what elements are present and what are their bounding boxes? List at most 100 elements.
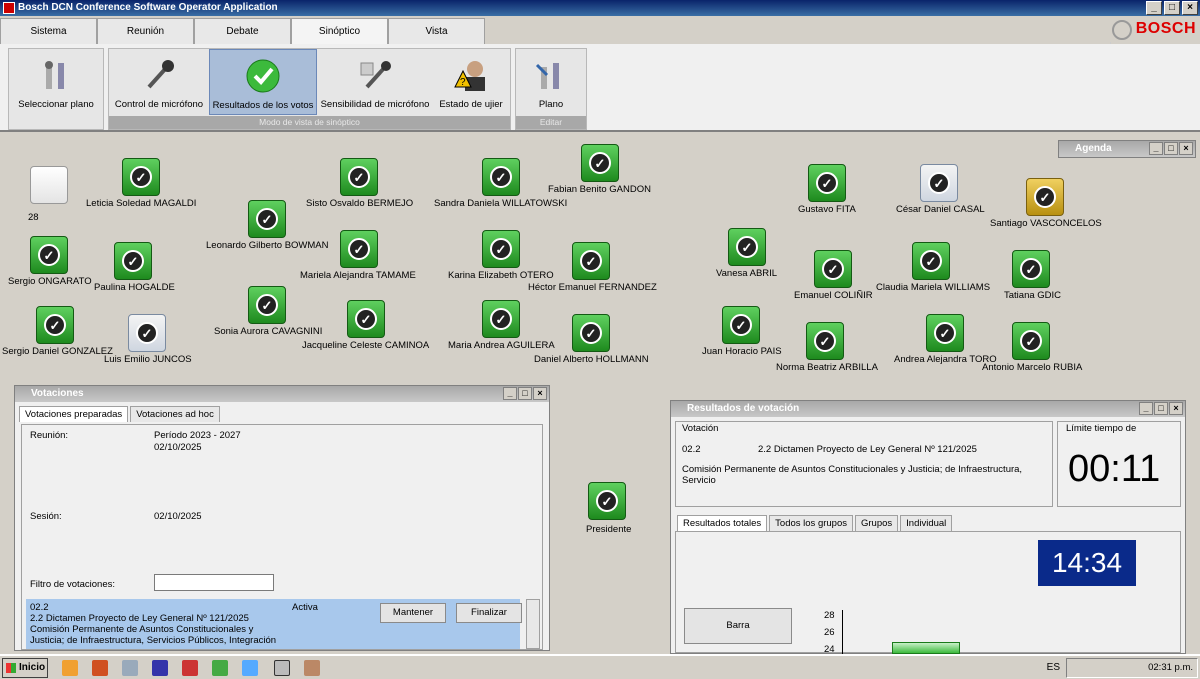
dcn-task-icon[interactable]	[274, 660, 290, 676]
close-button[interactable]: ×	[1182, 1, 1198, 15]
filter-label: Filtro de votaciones:	[30, 579, 116, 590]
seat[interactable]: ✓	[36, 306, 76, 346]
seat-name: 28	[28, 212, 39, 223]
votaciones-maximize-button[interactable]: □	[518, 387, 532, 400]
seat[interactable]: ✓	[482, 300, 522, 340]
agenda-close-button[interactable]: ×	[1179, 142, 1193, 155]
seat[interactable]: ✓	[122, 158, 162, 198]
vote-item-title: 2.2 Dictamen Proyecto de Ley General Nº …	[30, 613, 249, 624]
seat[interactable]: ✓	[1012, 322, 1052, 362]
seat[interactable]: ✓	[128, 314, 168, 354]
vote-list-scrollbar[interactable]	[526, 599, 540, 649]
votaciones-titlebar: Votaciones _ □ ×	[15, 386, 549, 402]
system-tray: 02:31 p.m.	[1066, 658, 1198, 678]
resultados-minimize-button[interactable]: _	[1139, 402, 1153, 415]
result-desc: Comisión Permanente de Asuntos Constituc…	[682, 464, 1023, 486]
firefox-icon[interactable]	[92, 660, 108, 676]
plan-tools-icon	[531, 55, 571, 95]
seat-vote-icon: ✓	[482, 300, 520, 338]
paint-icon[interactable]	[304, 660, 320, 676]
vote-results-button[interactable]: Resultados de los votos	[209, 49, 317, 115]
seat[interactable]: ✓	[572, 242, 612, 282]
tab-debate[interactable]: Debate	[194, 18, 291, 44]
filter-input[interactable]	[154, 574, 274, 591]
seat-name: Héctor Emanuel FERNANDEZ	[528, 282, 657, 293]
agenda-minimize-button[interactable]: _	[1149, 142, 1163, 155]
chrome-icon[interactable]	[212, 660, 228, 676]
seat[interactable]: ✓	[248, 200, 288, 240]
results-body: 14:34 Barra 28 26 24	[675, 531, 1181, 655]
seat[interactable]: ✓	[814, 250, 854, 290]
usher-icon: ?	[451, 55, 491, 95]
result-code: 02.2	[682, 444, 701, 455]
votaciones-minimize-button[interactable]: _	[503, 387, 517, 400]
reunion-value: Período 2023 - 2027	[154, 430, 241, 441]
agenda-panel: Agenda _ □ ×	[1058, 140, 1196, 158]
seat-name: Karina Elizabeth OTERO	[448, 270, 554, 281]
tab-total-results[interactable]: Resultados totales	[677, 515, 768, 531]
check-icon: ✓	[122, 250, 144, 272]
votaciones-close-button[interactable]: ×	[533, 387, 547, 400]
seat[interactable]: ✓	[912, 242, 952, 282]
seat-vote-icon: ✓	[30, 236, 68, 274]
time-limit-group: Límite tiempo de 00:11	[1057, 421, 1181, 507]
maximize-button[interactable]: □	[1164, 1, 1180, 15]
language-indicator[interactable]: ES	[1047, 662, 1060, 673]
quicklaunch-icon[interactable]	[62, 660, 78, 676]
taskbar: Inicio ES 02:31 p.m.	[0, 654, 1200, 679]
tab-prepared-votes[interactable]: Votaciones preparadas	[19, 406, 129, 422]
seat[interactable]: ✓	[482, 230, 522, 270]
app-icon-2[interactable]	[182, 660, 198, 676]
seat[interactable]: ✓	[581, 144, 621, 184]
seat[interactable]: ✓	[340, 230, 380, 270]
seat-vote-icon: ✓	[722, 306, 760, 344]
seat-name: César Daniel CASAL	[896, 204, 985, 215]
seat[interactable]: ✓	[482, 158, 522, 198]
seat-vote-icon: ✓	[808, 164, 846, 202]
seat[interactable]: ✓	[1012, 250, 1052, 290]
select-plan-button[interactable]: Seleccionar plano	[9, 49, 103, 115]
seat[interactable]: ✓	[588, 482, 628, 522]
tab-adhoc-votes[interactable]: Votaciones ad hoc	[130, 406, 220, 422]
bar-button[interactable]: Barra	[684, 608, 792, 644]
minimize-button[interactable]: _	[1146, 1, 1162, 15]
mic-control-button[interactable]: Control de micrófono	[111, 49, 207, 115]
finish-button[interactable]: Finalizar	[456, 603, 522, 623]
seat[interactable]: ✓	[340, 158, 380, 198]
explorer-icon[interactable]	[122, 660, 138, 676]
agenda-maximize-button[interactable]: □	[1164, 142, 1178, 155]
usher-state-button[interactable]: ? Estado de ujier	[433, 49, 509, 115]
seat[interactable]: ✓	[248, 286, 288, 326]
tab-sinoptico[interactable]: Sinóptico	[291, 18, 388, 46]
seat[interactable]: ✓	[114, 242, 154, 282]
save-icon[interactable]	[152, 660, 168, 676]
plan-button[interactable]: Plano	[516, 49, 586, 115]
plan-label: Plano	[538, 99, 564, 110]
resultados-close-button[interactable]: ×	[1169, 402, 1183, 415]
seat[interactable]: ✓	[920, 164, 960, 204]
tab-vista[interactable]: Vista	[388, 18, 485, 44]
keep-button[interactable]: Mantener	[380, 603, 446, 623]
seat[interactable]: ✓	[808, 164, 848, 204]
seat[interactable]: ✓	[926, 314, 966, 354]
resultados-maximize-button[interactable]: □	[1154, 402, 1168, 415]
seat[interactable]: ✓	[728, 228, 768, 268]
tab-reunion[interactable]: Reunión	[97, 18, 194, 44]
tab-individual[interactable]: Individual	[900, 515, 953, 531]
seat[interactable]: ✓	[572, 314, 612, 354]
seat[interactable]	[30, 166, 70, 206]
tab-groups[interactable]: Grupos	[855, 515, 899, 531]
start-button[interactable]: Inicio	[2, 658, 48, 678]
seat[interactable]: ✓	[722, 306, 762, 346]
seat[interactable]: ✓	[806, 322, 846, 362]
seat[interactable]: ✓	[1026, 178, 1066, 218]
mic-sensitivity-button[interactable]: Sensibilidad de micrófono	[319, 49, 431, 115]
seat[interactable]: ✓	[347, 300, 387, 340]
seat[interactable]: ✓	[30, 236, 70, 276]
edit-group-label: Editar	[516, 116, 586, 129]
tab-sistema[interactable]: Sistema	[0, 18, 97, 44]
vote-list-item[interactable]: 02.2 2.2 Dictamen Proyecto de Ley Genera…	[26, 599, 522, 649]
network-icon[interactable]	[242, 660, 258, 676]
resultados-titlebar: Resultados de votación _ □ ×	[671, 401, 1185, 417]
tab-all-groups[interactable]: Todos los grupos	[769, 515, 853, 531]
